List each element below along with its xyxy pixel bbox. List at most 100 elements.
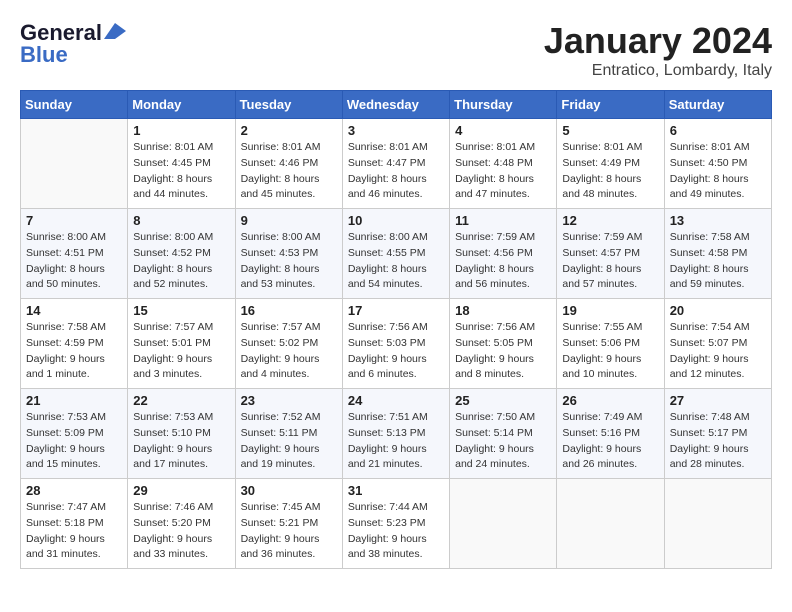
day-info: Sunrise: 7:59 AMSunset: 4:57 PMDaylight:… <box>562 230 658 293</box>
day-number: 6 <box>670 123 766 138</box>
calendar-cell: 22 Sunrise: 7:53 AMSunset: 5:10 PMDayligh… <box>128 389 235 479</box>
calendar-cell: 14 Sunrise: 7:58 AMSunset: 4:59 PMDayligh… <box>21 299 128 389</box>
calendar-cell: 7 Sunrise: 8:00 AMSunset: 4:51 PMDaylight… <box>21 209 128 299</box>
calendar-cell: 17Sunrise: 7:56 AMSunset: 5:03 PMDayligh… <box>342 299 449 389</box>
week-row-5: 28 Sunrise: 7:47 AMSunset: 5:18 PMDayligh… <box>21 479 772 569</box>
calendar-cell: 25Sunrise: 7:50 AMSunset: 5:14 PMDayligh… <box>450 389 557 479</box>
day-info: Sunrise: 8:00 AMSunset: 4:53 PMDaylight:… <box>241 230 337 293</box>
day-info: Sunrise: 7:54 AMSunset: 5:07 PMDaylight:… <box>670 320 766 383</box>
day-number: 16 <box>241 303 337 318</box>
day-number: 29 <box>133 483 229 498</box>
day-number: 22 <box>133 393 229 408</box>
day-number: 12 <box>562 213 658 228</box>
day-info: Sunrise: 7:53 AMSunset: 5:10 PMDaylight:… <box>133 410 229 473</box>
day-info: Sunrise: 8:01 AMSunset: 4:46 PMDaylight:… <box>241 140 337 203</box>
day-number: 13 <box>670 213 766 228</box>
day-number: 28 <box>26 483 122 498</box>
calendar-cell: 6 Sunrise: 8:01 AMSunset: 4:50 PMDaylight… <box>664 119 771 209</box>
day-info: Sunrise: 7:56 AMSunset: 5:03 PMDaylight:… <box>348 320 444 383</box>
day-number: 3 <box>348 123 444 138</box>
day-info: Sunrise: 8:01 AMSunset: 4:50 PMDaylight:… <box>670 140 766 203</box>
calendar-cell: 3 Sunrise: 8:01 AMSunset: 4:47 PMDaylight… <box>342 119 449 209</box>
day-info: Sunrise: 7:46 AMSunset: 5:20 PMDaylight:… <box>133 500 229 563</box>
calendar-cell: 5 Sunrise: 8:01 AMSunset: 4:49 PMDaylight… <box>557 119 664 209</box>
calendar-table: SundayMondayTuesdayWednesdayThursdayFrid… <box>20 90 772 569</box>
calendar-cell: 1 Sunrise: 8:01 AMSunset: 4:45 PMDaylight… <box>128 119 235 209</box>
day-number: 30 <box>241 483 337 498</box>
day-info: Sunrise: 8:01 AMSunset: 4:49 PMDaylight:… <box>562 140 658 203</box>
calendar-cell: 19Sunrise: 7:55 AMSunset: 5:06 PMDayligh… <box>557 299 664 389</box>
calendar-cell <box>21 119 128 209</box>
title-area: January 2024 Entratico, Lombardy, Italy <box>544 20 772 80</box>
calendar-cell: 29 Sunrise: 7:46 AMSunset: 5:20 PMDayligh… <box>128 479 235 569</box>
day-info: Sunrise: 7:58 AMSunset: 4:58 PMDaylight:… <box>670 230 766 293</box>
calendar-cell: 23 Sunrise: 7:52 AMSunset: 5:11 PMDayligh… <box>235 389 342 479</box>
calendar-cell: 10 Sunrise: 8:00 AMSunset: 4:55 PMDayligh… <box>342 209 449 299</box>
day-info: Sunrise: 8:00 AMSunset: 4:51 PMDaylight:… <box>26 230 122 293</box>
calendar-cell: 30 Sunrise: 7:45 AMSunset: 5:21 PMDayligh… <box>235 479 342 569</box>
day-info: Sunrise: 7:50 AMSunset: 5:14 PMDaylight:… <box>455 410 551 473</box>
calendar-cell: 26Sunrise: 7:49 AMSunset: 5:16 PMDayligh… <box>557 389 664 479</box>
calendar-cell: 28 Sunrise: 7:47 AMSunset: 5:18 PMDayligh… <box>21 479 128 569</box>
day-info: Sunrise: 7:56 AMSunset: 5:05 PMDaylight:… <box>455 320 551 383</box>
calendar-cell: 9 Sunrise: 8:00 AMSunset: 4:53 PMDaylight… <box>235 209 342 299</box>
day-number: 10 <box>348 213 444 228</box>
header-day-sunday: Sunday <box>21 91 128 119</box>
calendar-cell: 27 Sunrise: 7:48 AMSunset: 5:17 PMDayligh… <box>664 389 771 479</box>
day-info: Sunrise: 7:58 AMSunset: 4:59 PMDaylight:… <box>26 320 122 383</box>
day-number: 11 <box>455 213 551 228</box>
day-info: Sunrise: 8:01 AMSunset: 4:47 PMDaylight:… <box>348 140 444 203</box>
day-info: Sunrise: 7:49 AMSunset: 5:16 PMDaylight:… <box>562 410 658 473</box>
day-info: Sunrise: 7:59 AMSunset: 4:56 PMDaylight:… <box>455 230 551 293</box>
header-day-thursday: Thursday <box>450 91 557 119</box>
calendar-title: January 2024 <box>544 20 772 62</box>
calendar-cell: 16 Sunrise: 7:57 AMSunset: 5:02 PMDayligh… <box>235 299 342 389</box>
day-number: 15 <box>133 303 229 318</box>
header-day-friday: Friday <box>557 91 664 119</box>
header-day-monday: Monday <box>128 91 235 119</box>
calendar-cell: 31 Sunrise: 7:44 AMSunset: 5:23 PMDayligh… <box>342 479 449 569</box>
day-number: 18 <box>455 303 551 318</box>
day-number: 5 <box>562 123 658 138</box>
calendar-cell: 13 Sunrise: 7:58 AMSunset: 4:58 PMDayligh… <box>664 209 771 299</box>
day-info: Sunrise: 7:52 AMSunset: 5:11 PMDaylight:… <box>241 410 337 473</box>
calendar-cell: 21Sunrise: 7:53 AMSunset: 5:09 PMDayligh… <box>21 389 128 479</box>
week-row-1: 1 Sunrise: 8:01 AMSunset: 4:45 PMDaylight… <box>21 119 772 209</box>
calendar-cell: 18 Sunrise: 7:56 AMSunset: 5:05 PMDayligh… <box>450 299 557 389</box>
week-row-2: 7 Sunrise: 8:00 AMSunset: 4:51 PMDaylight… <box>21 209 772 299</box>
day-info: Sunrise: 8:00 AMSunset: 4:55 PMDaylight:… <box>348 230 444 293</box>
day-info: Sunrise: 7:44 AMSunset: 5:23 PMDaylight:… <box>348 500 444 563</box>
calendar-cell: 2 Sunrise: 8:01 AMSunset: 4:46 PMDaylight… <box>235 119 342 209</box>
calendar-cell <box>450 479 557 569</box>
day-number: 23 <box>241 393 337 408</box>
calendar-cell: 20Sunrise: 7:54 AMSunset: 5:07 PMDayligh… <box>664 299 771 389</box>
day-number: 7 <box>26 213 122 228</box>
calendar-cell: 12 Sunrise: 7:59 AMSunset: 4:57 PMDayligh… <box>557 209 664 299</box>
day-info: Sunrise: 7:45 AMSunset: 5:21 PMDaylight:… <box>241 500 337 563</box>
calendar-cell: 8Sunrise: 8:00 AMSunset: 4:52 PMDaylight… <box>128 209 235 299</box>
logo-blue: Blue <box>20 42 68 68</box>
calendar-body: 1 Sunrise: 8:01 AMSunset: 4:45 PMDaylight… <box>21 119 772 569</box>
logo-icon <box>104 23 126 39</box>
day-info: Sunrise: 8:01 AMSunset: 4:45 PMDaylight:… <box>133 140 229 203</box>
calendar-cell: 15Sunrise: 7:57 AMSunset: 5:01 PMDayligh… <box>128 299 235 389</box>
header: General Blue January 2024 Entratico, Lom… <box>20 20 772 80</box>
day-info: Sunrise: 7:57 AMSunset: 5:02 PMDaylight:… <box>241 320 337 383</box>
day-number: 1 <box>133 123 229 138</box>
day-number: 27 <box>670 393 766 408</box>
calendar-cell: 11 Sunrise: 7:59 AMSunset: 4:56 PMDayligh… <box>450 209 557 299</box>
day-number: 9 <box>241 213 337 228</box>
header-day-saturday: Saturday <box>664 91 771 119</box>
day-number: 2 <box>241 123 337 138</box>
day-number: 21 <box>26 393 122 408</box>
day-number: 31 <box>348 483 444 498</box>
calendar-cell: 24 Sunrise: 7:51 AMSunset: 5:13 PMDayligh… <box>342 389 449 479</box>
day-number: 24 <box>348 393 444 408</box>
day-info: Sunrise: 7:51 AMSunset: 5:13 PMDaylight:… <box>348 410 444 473</box>
week-row-4: 21Sunrise: 7:53 AMSunset: 5:09 PMDayligh… <box>21 389 772 479</box>
day-number: 14 <box>26 303 122 318</box>
day-info: Sunrise: 7:48 AMSunset: 5:17 PMDaylight:… <box>670 410 766 473</box>
day-info: Sunrise: 7:47 AMSunset: 5:18 PMDaylight:… <box>26 500 122 563</box>
day-info: Sunrise: 8:00 AMSunset: 4:52 PMDaylight:… <box>133 230 229 293</box>
calendar-cell <box>557 479 664 569</box>
